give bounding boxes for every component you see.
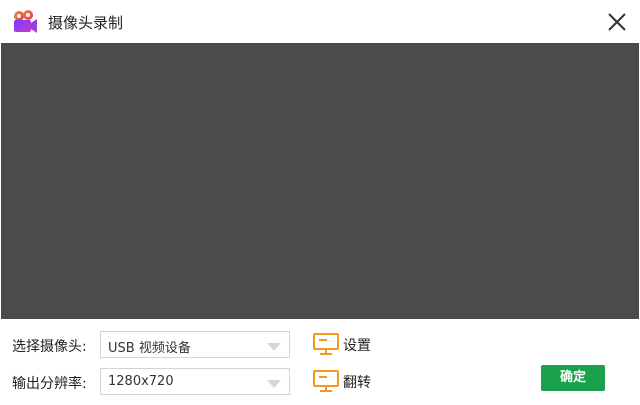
window-title: 摄像头录制 [48, 14, 124, 32]
output-resolution-dropdown[interactable]: 1280x720 [100, 368, 290, 395]
output-resolution-label: 输出分辨率: [12, 376, 87, 392]
flip-button[interactable]: 翻转 [313, 368, 383, 394]
monitor-icon [313, 333, 339, 355]
dropdown-arrow-icon [267, 343, 281, 351]
camera-select-value: USB 视频设备 [108, 341, 191, 356]
camera-select-label: 选择摄像头: [12, 339, 87, 355]
camera-recorder-icon [14, 10, 37, 33]
dropdown-arrow-icon [267, 380, 281, 388]
camera-select-dropdown[interactable]: USB 视频设备 [100, 331, 290, 358]
settings-button-label: 设置 [343, 338, 371, 354]
camera-record-window: 摄像头录制 选择摄像头: USB 视频设备 设置 输出分辨率: 1280x720 [0, 0, 640, 405]
title-bar: 摄像头录制 [0, 0, 640, 43]
confirm-button[interactable]: 确定 [541, 365, 605, 391]
output-resolution-value: 1280x720 [108, 374, 174, 389]
close-icon[interactable] [606, 11, 628, 33]
flip-button-label: 翻转 [343, 375, 371, 391]
camera-preview-area [1, 43, 639, 319]
monitor-icon [313, 370, 339, 392]
settings-button[interactable]: 设置 [313, 331, 383, 357]
